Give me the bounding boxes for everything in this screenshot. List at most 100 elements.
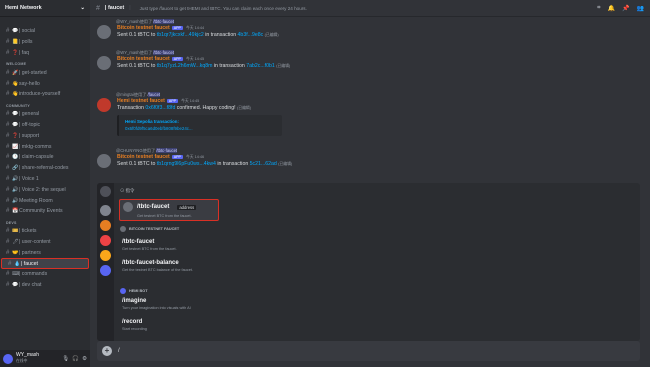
command-option: address — [177, 204, 197, 210]
address-link[interactable]: tb1q7yzL2h6mW...kq8m — [157, 63, 213, 69]
channel-label: | share-referral-codes — [19, 165, 69, 172]
plus-icon[interactable]: + — [102, 346, 112, 356]
channel-emoji-icon: 🔊 — [12, 175, 19, 182]
channel-label: | social — [19, 28, 36, 35]
app-badge: APP — [171, 155, 183, 159]
reply-user[interactable]: @CHUNYING — [116, 148, 143, 153]
section-label: BITCOIN TESTNET FAUCET — [129, 227, 180, 231]
avatar[interactable] — [97, 56, 111, 70]
reply-user[interactable]: @mingtai — [116, 92, 134, 97]
channel-list: # 💬 | social # 📒 | polls # ❓ | faq WELCOME # 🚀 | get… — [0, 17, 90, 291]
author-name[interactable]: Hemi testnet faucet — [117, 98, 165, 104]
channel-item[interactable]: # ❓ | support — [0, 130, 90, 141]
channel-emoji-icon: 👋 — [12, 80, 19, 87]
mute-icon[interactable]: 🎙 — [62, 356, 69, 362]
tx-link[interactable]: 5c21...62ad — [250, 161, 277, 167]
avatar[interactable] — [97, 25, 111, 39]
channel-item[interactable]: # 📒 | polls — [0, 37, 90, 48]
channel-item[interactable]: # 🔊 Meeting Room — [0, 195, 90, 206]
avatar[interactable] — [97, 98, 111, 112]
channel-item[interactable]: # 💬 | general — [0, 109, 90, 120]
message-input[interactable]: / — [118, 348, 120, 354]
timestamp: 今天 14:44 — [185, 26, 205, 30]
members-icon[interactable]: 👥 — [637, 5, 644, 12]
headphones-icon[interactable]: 🎧 — [72, 356, 79, 362]
channel-item[interactable]: # 🔗 | share-referral-codes — [0, 163, 90, 174]
channel-item[interactable]: # 🖊 | user-content — [0, 237, 90, 248]
channel-emoji-icon: 💬 — [12, 121, 19, 128]
channel-category[interactable]: COMMUNITY — [0, 100, 90, 109]
channel-item[interactable]: # 🔊 | Voice 2: the sequel — [0, 184, 90, 195]
channel-label: introduce-yourself — [19, 91, 61, 98]
section-header: BITCOIN TESTNET FAUCET — [120, 226, 179, 232]
channel-item[interactable]: # 👋 introduce-yourself — [0, 89, 90, 100]
pin-icon[interactable]: 📌 — [622, 5, 629, 12]
channel-item[interactable]: # 👋 say-hello — [0, 78, 90, 89]
reply-text: 使用了 — [133, 92, 147, 97]
timestamp: 今天 14:45 — [181, 99, 200, 103]
address-link[interactable]: tb1qr7jkcxkf...49kjc2 — [157, 32, 204, 38]
command-item[interactable]: /record Start recording — [119, 317, 319, 333]
app-icon[interactable] — [100, 220, 111, 231]
channel-item[interactable]: # 🤝 | partners — [0, 247, 90, 258]
command-item[interactable]: /tbtc-faucet Get testnet BTC from the fau… — [119, 237, 319, 253]
chevron-down-icon[interactable]: ⌄ — [80, 5, 85, 11]
address-link[interactable]: 0x6f0f3...f8fd — [145, 105, 175, 111]
author-name[interactable]: Bitcoin testnet faucet — [117, 25, 170, 31]
channel-item[interactable]: # 📈 | mktg-comms — [0, 141, 90, 152]
bell-icon[interactable]: 🔔 — [608, 5, 615, 12]
channel-emoji-icon: 🖊 — [12, 238, 19, 245]
embed-link[interactable]: 0x6f0fd9f5ca6d0ebfb808f9be24c... — [125, 126, 276, 133]
threads-icon[interactable]: ⌗ — [597, 5, 600, 12]
app-icon[interactable] — [100, 250, 111, 261]
server-header[interactable]: Hemi Network ⌄ — [0, 0, 90, 17]
command-name: /tbtc-faucet-balance — [122, 260, 179, 266]
command-item[interactable]: /imagine Turn your imagination into visua… — [119, 296, 319, 312]
reply-text: 使用了 — [139, 50, 153, 55]
channel-item[interactable]: # 🕐 | claim-capsule — [0, 152, 90, 163]
app-icon[interactable] — [100, 205, 111, 216]
message: @WY_mash使用了 /tbtc-faucet Bitcoin testnet… — [94, 50, 634, 70]
channel-label: | dev chat — [19, 282, 42, 289]
channel-item[interactable]: # 💬 | off-topic — [0, 120, 90, 131]
avatar[interactable] — [97, 154, 111, 168]
channel-topic[interactable]: Just type /faucet to get tHEMI and tBTC.… — [140, 6, 307, 11]
channel-header: # | faucet | Just type /faucet to get tH… — [90, 0, 650, 17]
avatar[interactable] — [3, 353, 13, 364]
message-input-bar: + / — [97, 341, 640, 361]
tx-link[interactable]: 4b3f...9e8c — [238, 32, 264, 38]
command-item-selected[interactable]: /tbtc-faucet address Get testnet BTC fro… — [119, 199, 219, 221]
channel-item[interactable]: # 🔊 | Voice 1 — [0, 174, 90, 185]
user-status: 在线中 — [16, 358, 28, 363]
channel-category[interactable]: DEVS — [0, 217, 90, 226]
channel-item[interactable]: # ⌨ | commands — [0, 269, 90, 280]
address-link[interactable]: tb1qrng9l6pFu0ws...4kw4 — [157, 161, 216, 167]
channel-item[interactable]: # 💬 | social — [0, 26, 90, 37]
channel-item[interactable]: # ❓ | faq — [0, 48, 90, 59]
channel-category[interactable] — [0, 17, 90, 26]
channel-emoji-icon: 💬 — [12, 282, 19, 289]
channel-label: | general — [19, 111, 40, 118]
channel-label: | support — [19, 132, 40, 139]
category-label: WELCOME — [6, 62, 27, 67]
app-icon[interactable] — [100, 186, 111, 197]
channel-label: | faq — [19, 49, 30, 56]
channel-emoji-icon: 🚀 — [12, 69, 19, 76]
channel-item[interactable]: # 💧 | faucet — [1, 258, 89, 269]
app-rail — [97, 183, 114, 341]
command-item[interactable]: /tbtc-faucet-balance Get the testnet BTC … — [119, 258, 319, 274]
channel-item[interactable]: # 📅 Community Events — [0, 206, 90, 217]
channel-category[interactable]: WELCOME — [0, 58, 90, 67]
app-icon[interactable] — [100, 265, 111, 276]
channel-item[interactable]: # 💬 | dev chat — [0, 280, 90, 291]
author-name[interactable]: Bitcoin testnet faucet — [117, 154, 170, 160]
reply-user[interactable]: @WY_mash — [116, 50, 140, 55]
reply-user[interactable]: @WY_mash — [116, 19, 140, 24]
channel-item[interactable]: # 🎫 | tickets — [0, 226, 90, 237]
tx-link[interactable]: 7ab2c...f0b1 — [246, 63, 275, 69]
channel-sidebar: Hemi Network ⌄ # 💬 | social # 📒 | polls # ❓ | fa… — [0, 0, 90, 367]
author-name[interactable]: Bitcoin testnet faucet — [117, 56, 170, 62]
channel-item[interactable]: # 🚀 | get-started — [0, 67, 90, 78]
app-icon[interactable] — [100, 235, 111, 246]
gear-icon[interactable]: ⚙ — [82, 356, 87, 362]
